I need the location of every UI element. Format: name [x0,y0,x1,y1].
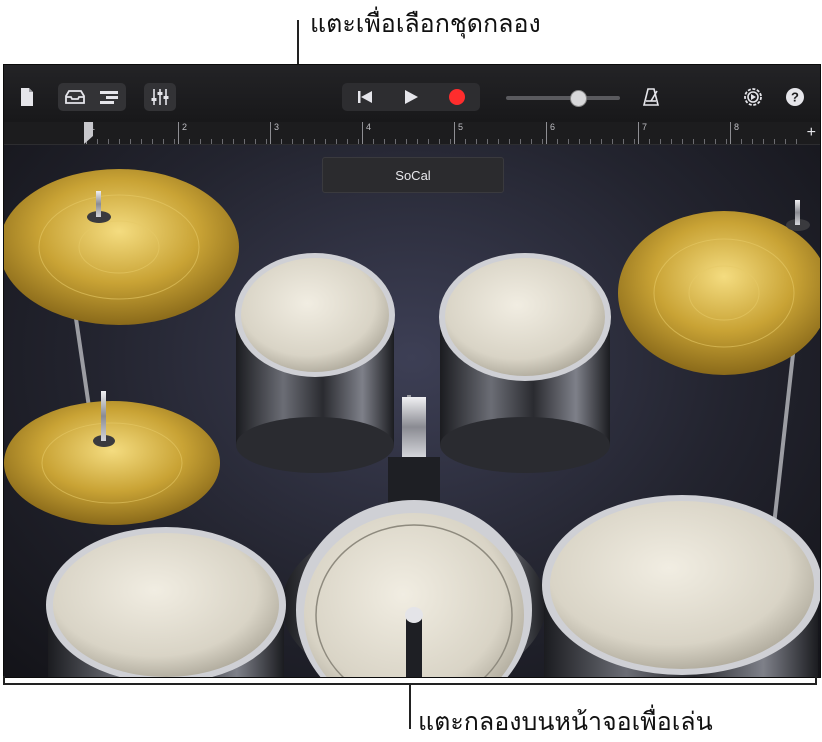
callout-choose-kit: แตะเพื่อเลือกชุดกลอง [310,9,541,38]
ruler-bar: 2 [178,122,269,144]
garageband-drums-window: ? 1 2 3 4 5 6 7 8 + [3,64,821,678]
browser-icon [65,90,85,104]
drum-kit-illustration [4,169,820,677]
ruler-bar: 6 [546,122,637,144]
document-icon [21,88,33,106]
record-button[interactable] [434,83,480,111]
record-icon [449,89,465,105]
tracks-view-button[interactable] [92,83,126,111]
crash-cymbal-left[interactable] [4,169,239,325]
control-bar: ? [4,65,820,122]
play-button[interactable] [388,83,434,111]
my-songs-button[interactable] [12,83,42,111]
master-volume-slider[interactable] [506,96,620,100]
ruler-bar: 7 [638,122,729,144]
rack-tom-left[interactable] [235,253,395,473]
tom-mount [388,397,440,507]
callout-leader-bottom [409,685,411,729]
timeline-ruler[interactable]: 1 2 3 4 5 6 7 8 + [4,122,820,145]
go-to-start-button[interactable] [342,83,388,111]
kick-drum[interactable] [282,500,546,677]
settings-icon [744,88,762,106]
ruler-bar: 8 [730,122,801,144]
mixer-button[interactable] [144,83,176,111]
transport-controls [342,83,480,111]
ruler-bar: 5 [454,122,545,144]
metronome-button[interactable] [636,83,666,111]
ruler-bar: 4 [362,122,453,144]
drum-kit-selector-button[interactable]: SoCal [322,157,504,193]
ruler-bar: 3 [270,122,361,144]
ride-cymbal-right[interactable] [618,200,820,375]
hi-hat-cymbal[interactable] [4,391,220,525]
browser-button[interactable] [58,83,92,111]
play-icon [405,90,418,104]
rack-tom-right[interactable] [439,253,611,473]
callout-bracket-left [3,676,5,685]
metronome-icon [642,88,660,106]
help-button[interactable]: ? [780,83,810,111]
go-to-start-icon [358,91,372,103]
callout-tap-drums: แตะกลองบนหน้าจอเพื่อเล่น [418,707,713,736]
playhead-icon[interactable] [84,122,94,144]
mixer-icon [151,89,169,105]
drum-kit-stage: SoCal [4,145,820,677]
view-buttons [58,83,126,111]
help-icon: ? [786,88,804,106]
callout-bracket-right [815,676,817,685]
tracks-view-icon [100,91,118,104]
add-section-button[interactable]: + [807,122,816,144]
help-icon-label: ? [791,90,799,105]
song-settings-button[interactable] [738,83,768,111]
ruler-bar: 1 [86,122,177,144]
snare-drum[interactable] [46,527,286,677]
master-volume-thumb[interactable] [569,90,587,107]
floor-tom[interactable] [542,495,820,677]
